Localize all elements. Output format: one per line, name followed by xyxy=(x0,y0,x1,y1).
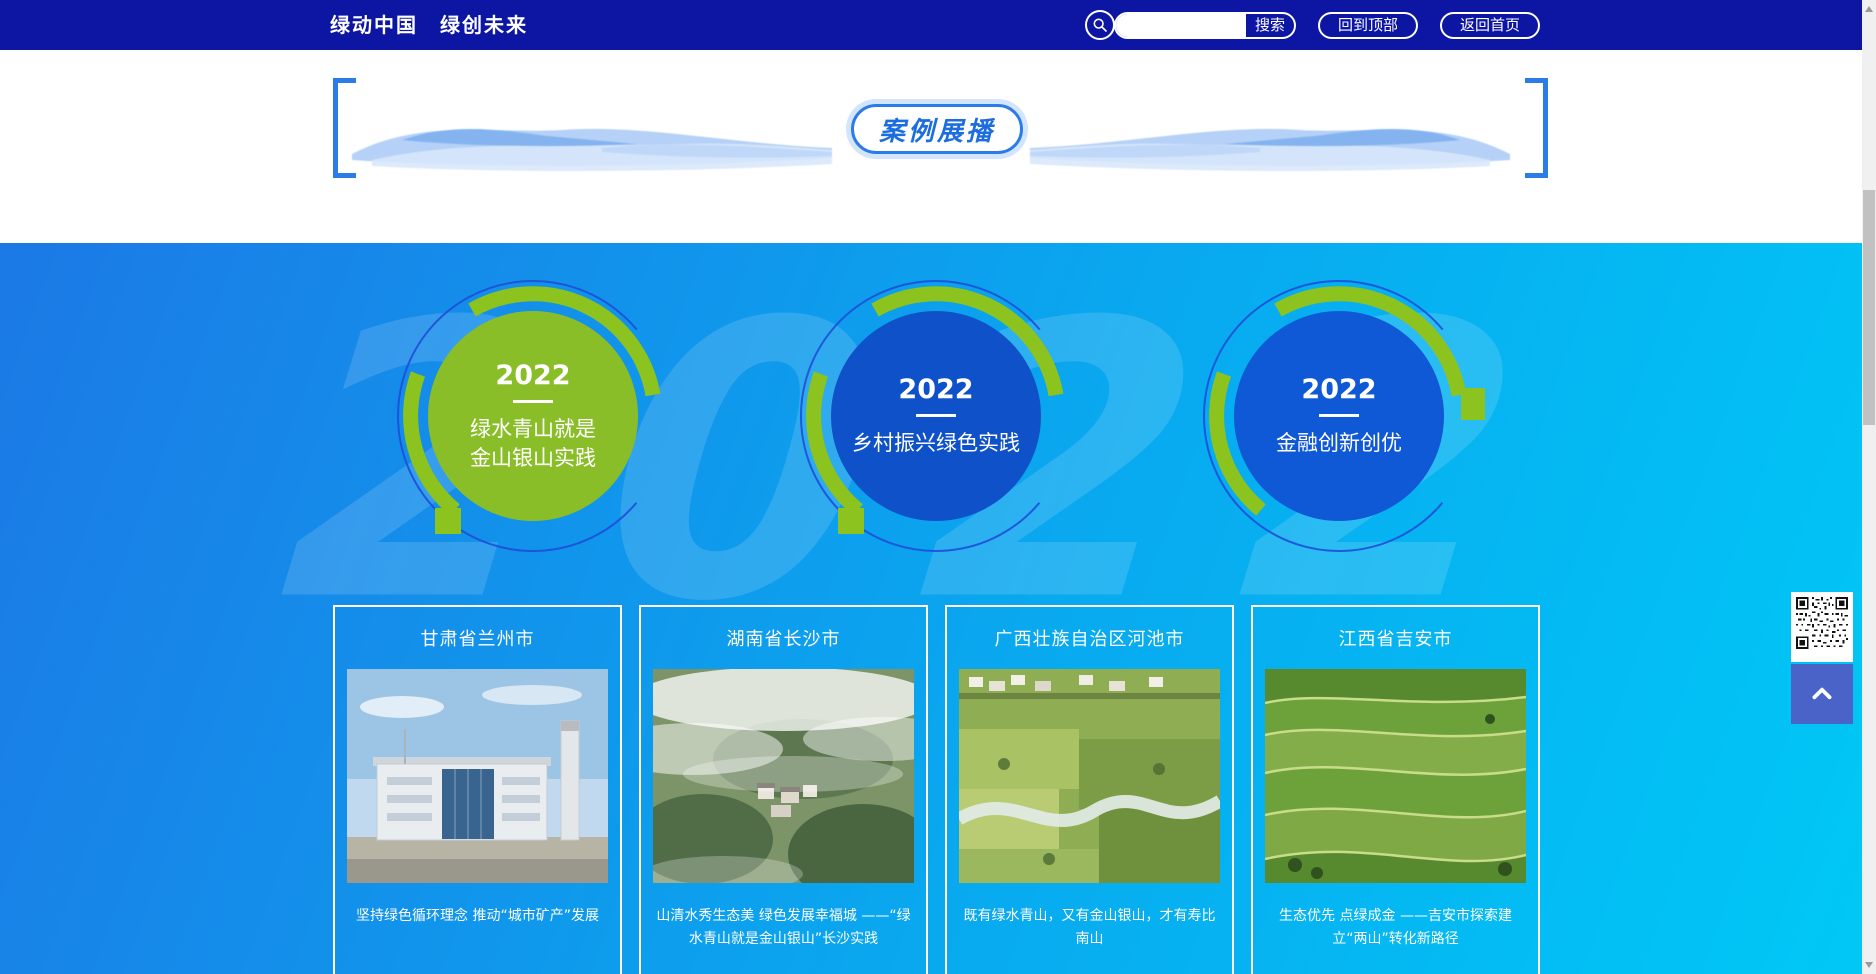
card-photo-misty-village xyxy=(653,669,914,883)
site-slogan: 绿动中国 绿创未来 xyxy=(330,0,528,50)
badge-divider xyxy=(513,400,553,403)
badge-divider xyxy=(916,414,956,417)
badge-circle: 2022 乡村振兴绿色实践 xyxy=(831,311,1041,521)
card-description: 山清水秀生态美 绿色发展幸福城 ——“绿水青山就是金山银山”长沙实践 xyxy=(653,905,914,951)
case-card-lanzhou[interactable]: 甘肃省兰州市 xyxy=(333,605,622,974)
card-photo-farmland-river xyxy=(959,669,1220,883)
case-showcase-section: 2022 2022 绿水青山就是 金山银山实践 xyxy=(0,243,1862,974)
return-home-button[interactable]: 返回首页 xyxy=(1440,12,1540,39)
card-description: 既有绿水青山，又有金山银山，才有寿比南山 xyxy=(959,905,1220,951)
card-city-title: 广西壮族自治区河池市 xyxy=(947,607,1232,669)
right-corner-bracket xyxy=(1525,78,1548,178)
page: 绿动中国 绿创未来 搜索 回到顶部 返回首页 xyxy=(0,0,1862,974)
card-photo-industrial-building xyxy=(347,669,608,883)
case-card-jian[interactable]: 江西省吉安市 xyxy=(1251,605,1540,974)
card-city-title: 江西省吉安市 xyxy=(1253,607,1538,669)
scroll-to-top-button[interactable] xyxy=(1791,664,1853,724)
badge-circle: 2022 绿水青山就是 金山银山实践 xyxy=(428,311,638,521)
card-description: 生态优先 点绿成金 ——吉安市探索建立“两山”转化新路径 xyxy=(1265,905,1526,951)
section-title: 案例展播 xyxy=(879,111,995,148)
top-navigation-bar: 绿动中国 绿创未来 搜索 回到顶部 返回首页 xyxy=(0,0,1862,50)
badge-year: 2022 xyxy=(898,374,973,405)
scrollbar-thumb[interactable] xyxy=(1863,190,1875,425)
mountain-decoration-right xyxy=(1030,88,1510,198)
section-title-pill: 案例展播 xyxy=(851,104,1023,154)
badge-year: 2022 xyxy=(495,360,570,391)
badge-circle: 2022 金融创新创优 xyxy=(1234,311,1444,521)
badge-title-line: 金山银山实践 xyxy=(470,444,596,473)
badge-year: 2022 xyxy=(1301,374,1376,405)
scrollbar-down-arrow[interactable] xyxy=(1865,962,1873,968)
vertical-scrollbar[interactable] xyxy=(1862,0,1876,974)
mountain-decoration-left xyxy=(352,88,832,198)
card-city-title: 甘肃省兰州市 xyxy=(335,607,620,669)
chevron-up-icon xyxy=(1809,681,1835,707)
section-title-banner: 案例展播 xyxy=(0,50,1862,243)
badge-title-line: 金融创新创优 xyxy=(1276,429,1402,458)
back-to-top-button[interactable]: 回到顶部 xyxy=(1318,12,1418,39)
search-input[interactable] xyxy=(1116,14,1244,37)
search-button[interactable]: 搜索 xyxy=(1244,14,1294,37)
card-city-title: 湖南省长沙市 xyxy=(641,607,926,669)
search-bar: 搜索 xyxy=(1114,12,1296,39)
case-card-hechi[interactable]: 广西壮族自治区河池市 xyxy=(945,605,1234,974)
qr-code-widget xyxy=(1791,592,1853,662)
qr-code-icon xyxy=(1796,597,1848,649)
year-badge-finance[interactable]: 2022 金融创新创优 xyxy=(1189,266,1489,566)
year-badge-rural[interactable]: 2022 乡村振兴绿色实践 xyxy=(786,266,1086,566)
search-icon[interactable] xyxy=(1085,10,1115,40)
card-photo-terraced-fields xyxy=(1265,669,1526,883)
magnifier-glyph xyxy=(1092,17,1108,33)
year-badge-green[interactable]: 2022 绿水青山就是 金山银山实践 xyxy=(383,266,683,566)
badge-divider xyxy=(1319,414,1359,417)
case-card-row: 甘肃省兰州市 xyxy=(333,605,1543,974)
scrollbar-up-arrow[interactable] xyxy=(1865,6,1873,12)
badge-title-line: 绿水青山就是 xyxy=(470,415,596,444)
badge-title-line: 乡村振兴绿色实践 xyxy=(852,429,1020,458)
card-description: 坚持绿色循环理念 推动“城市矿产”发展 xyxy=(347,905,608,928)
case-card-changsha[interactable]: 湖南省长沙市 xyxy=(639,605,928,974)
